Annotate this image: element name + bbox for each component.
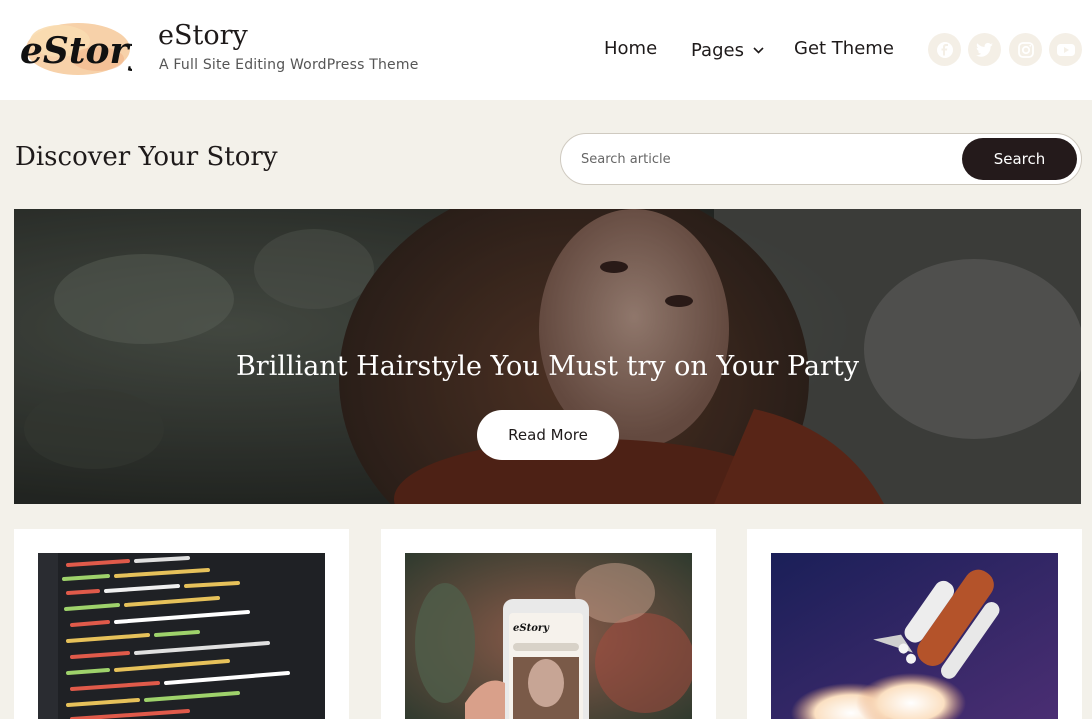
logo-text: eStory [20,30,132,72]
post-thumbnail-code[interactable] [38,553,325,719]
nav-pages[interactable]: Pages [691,38,764,61]
nav-home-label: Home [604,38,658,59]
site-logo[interactable]: eStory [16,13,152,83]
post-thumbnail-rocket[interactable] [771,553,1058,719]
read-more-button[interactable]: Read More [477,410,619,460]
nav-pages-label: Pages [691,40,744,61]
post-card[interactable] [747,529,1082,719]
post-thumbnail-phone[interactable]: eStory [405,553,692,719]
search-button[interactable]: Search [962,138,1077,180]
instagram-icon[interactable] [1009,33,1042,66]
hero-title[interactable]: Brilliant Hairstyle You Must try on Your… [14,351,1081,382]
nav-home[interactable]: Home [604,38,657,59]
search-form: Search [560,133,1082,185]
site-title[interactable]: eStory [158,20,248,51]
youtube-icon[interactable] [1049,33,1082,66]
site-tagline: A Full Site Editing WordPress Theme [159,57,419,73]
nav-get-theme-label: Get Theme [794,38,894,59]
phone-logo: eStory [513,623,550,634]
post-card[interactable] [14,529,349,719]
site-header: eStory eStory A Full Site Editing WordPr… [0,0,1092,100]
nav-get-theme[interactable]: Get Theme [794,38,894,59]
hero-banner: Brilliant Hairstyle You Must try on Your… [14,209,1081,504]
chevron-down-icon [753,38,764,59]
twitter-icon[interactable] [968,33,1001,66]
facebook-icon[interactable] [928,33,961,66]
search-input[interactable] [581,134,941,184]
post-card[interactable]: eStory [381,529,716,719]
discover-heading: Discover Your Story [15,142,278,172]
